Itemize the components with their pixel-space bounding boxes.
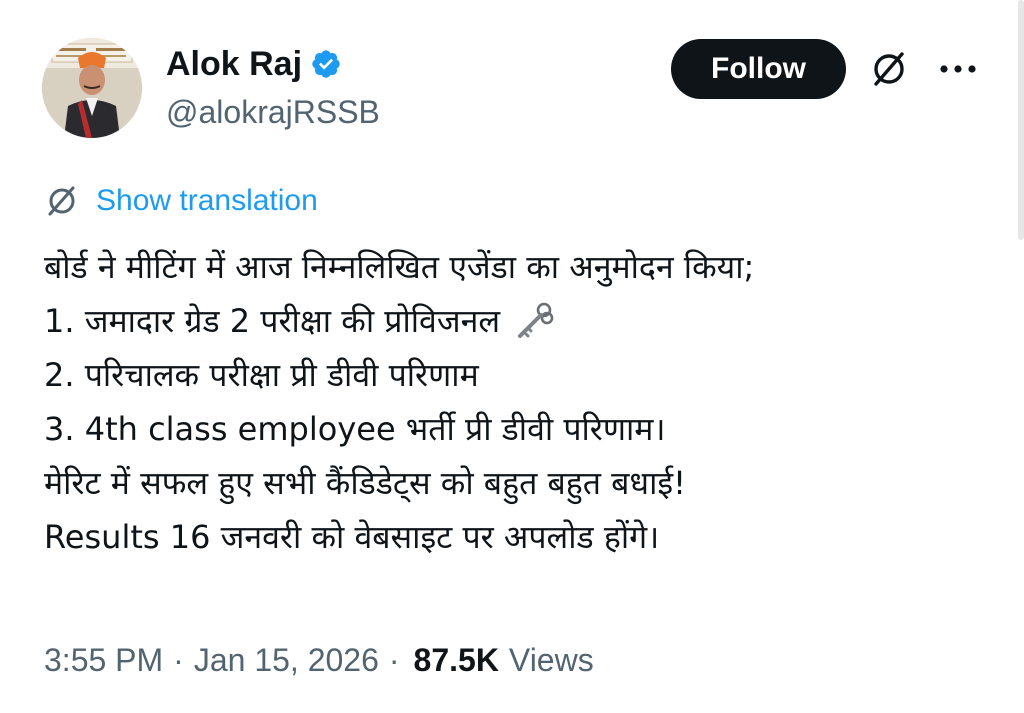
scrollbar[interactable] [1018, 0, 1024, 240]
tweet-line: 3. 4th class employee भर्ती प्री डीवी पर… [44, 402, 1004, 456]
translate-icon [44, 183, 80, 219]
name-row: Alok Raj [166, 44, 380, 84]
display-name[interactable]: Alok Raj [166, 44, 302, 84]
tweet-text: बोर्ड ने मीटिंग में आज निम्नलिखित एजेंडा… [44, 240, 1004, 564]
tweet-line-text: बोर्ड ने मीटिंग में आज निम्नलिखित एजेंडा… [44, 248, 755, 286]
follow-button[interactable]: Follow [671, 39, 846, 99]
tweet-line: 2. परिचालक परीक्षा प्री डीवी परिणाम [44, 348, 1004, 402]
tweet-line-text: 1. जमादार ग्रेड 2 परीक्षा की प्रोविजनल [44, 302, 501, 340]
tweet-line-text: 3. 4th class employee भर्ती प्री डीवी पर… [44, 410, 666, 448]
author-handle[interactable]: @alokrajRSSB [166, 92, 380, 132]
tweet-line-text: मेरिट में सफल हुए सभी कैंडिडेट्स को बहुत… [44, 464, 686, 502]
tweet-date[interactable]: Jan 15, 2026 [194, 642, 379, 679]
tweet-line-text: Results 16 जनवरी को वेबसाइट पर अपलोड हों… [44, 518, 660, 556]
tweet-meta: 3:55 PM · Jan 15, 2026 · 87.5K Views [44, 642, 594, 679]
tweet-line: बोर्ड ने मीटिंग में आज निम्नलिखित एजेंडा… [44, 240, 1004, 294]
author-block: Alok Raj @alokrajRSSB [166, 44, 380, 132]
tweet-page: Alok Raj @alokrajRSSB Follow Show transl… [0, 0, 1024, 713]
tweet-line-text: 2. परिचालक परीक्षा प्री डीवी परिणाम [44, 356, 479, 394]
key-icon [514, 300, 556, 342]
tweet-line: 1. जमादार ग्रेड 2 परीक्षा की प्रोविजनल [44, 294, 1004, 348]
tweet-line: Results 16 जनवरी को वेबसाइट पर अपलोड हों… [44, 510, 1004, 564]
tweet-header: Alok Raj @alokrajRSSB Follow [42, 38, 1002, 138]
avatar[interactable] [42, 38, 142, 138]
verified-badge-icon[interactable] [310, 48, 342, 80]
meta-separator: · [388, 642, 400, 678]
views-label[interactable]: Views [509, 642, 594, 679]
show-translation-label: Show translation [96, 184, 318, 217]
translate-icon[interactable] [868, 48, 910, 90]
views-count[interactable]: 87.5K [414, 642, 499, 679]
show-translation-link[interactable]: Show translation [44, 183, 318, 219]
tweet-line: मेरिट में सफल हुए सभी कैंडिडेट्स को बहुत… [44, 456, 1004, 510]
tweet-time[interactable]: 3:55 PM [44, 642, 163, 679]
more-dots-icon[interactable] [934, 54, 982, 84]
meta-separator: · [173, 642, 184, 678]
avatar-image [42, 38, 142, 138]
